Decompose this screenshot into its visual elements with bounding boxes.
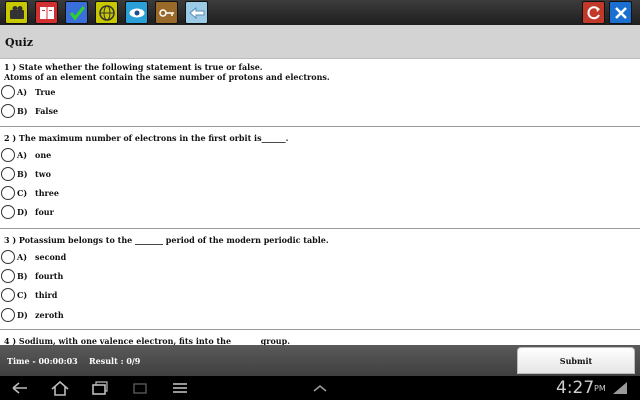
option-3a[interactable]: A) second <box>0 249 300 265</box>
radio-button[interactable] <box>1 85 15 99</box>
back-icon[interactable] <box>10 379 30 397</box>
page-title: Quiz <box>5 36 34 49</box>
radio-button[interactable] <box>1 308 15 322</box>
question-3-text: 3 ) Potassium belongs to the _______ per… <box>4 235 329 245</box>
question-divider <box>0 228 640 229</box>
question-2-text: 2 ) The maximum number of electrons in t… <box>4 133 289 143</box>
back-arrow-icon[interactable] <box>185 1 208 24</box>
option-3b[interactable]: B) fourth <box>0 268 300 284</box>
question-divider <box>0 329 640 330</box>
menu-icon[interactable] <box>170 379 190 397</box>
option-label: third <box>35 290 58 300</box>
timer-label: Time - 00:00:03 <box>7 356 78 366</box>
option-1b[interactable]: B) False <box>0 103 300 119</box>
option-label: two <box>35 169 51 179</box>
result-label: Result : 0/9 <box>89 356 141 366</box>
option-label: True <box>35 87 56 97</box>
checklist-icon[interactable] <box>65 1 88 24</box>
radio-button[interactable] <box>1 288 15 302</box>
option-label: four <box>35 207 54 217</box>
system-ampm: PM <box>594 384 606 393</box>
option-letter: A) <box>17 252 27 262</box>
radio-button[interactable] <box>1 186 15 200</box>
option-2a[interactable]: A) one <box>0 147 300 163</box>
radio-button[interactable] <box>1 269 15 283</box>
option-letter: A) <box>17 150 27 160</box>
chevron-up-icon[interactable] <box>310 379 330 397</box>
option-3c[interactable]: C) third <box>0 287 300 303</box>
refresh-icon[interactable] <box>582 1 605 24</box>
option-letter: D) <box>17 207 28 217</box>
radio-button[interactable] <box>1 205 15 219</box>
option-label: zeroth <box>35 310 64 320</box>
key-icon[interactable] <box>155 1 178 24</box>
system-clock: 4:27 <box>556 378 595 398</box>
option-letter: C) <box>17 290 28 300</box>
recent-apps-icon[interactable] <box>90 379 110 397</box>
option-letter: B) <box>17 169 28 179</box>
option-label: False <box>35 106 59 116</box>
screenshot-icon[interactable] <box>130 379 150 397</box>
radio-button[interactable] <box>1 167 15 181</box>
option-label: second <box>35 252 67 262</box>
option-2b[interactable]: B) two <box>0 166 300 182</box>
option-2c[interactable]: C) three <box>0 185 300 201</box>
option-1a[interactable]: A) True <box>0 84 300 100</box>
title-bar: Quiz <box>0 25 640 59</box>
question-1-statement: Atoms of an element contain the same num… <box>4 72 330 82</box>
option-letter: A) <box>17 87 27 97</box>
submit-button[interactable]: Submit <box>517 347 635 374</box>
camera-icon[interactable] <box>5 1 28 24</box>
option-letter: B) <box>17 106 28 116</box>
option-letter: D) <box>17 310 28 320</box>
status-bar: Time - 00:00:03 Result : 0/9 Submit <box>0 345 640 376</box>
quiz-content[interactable]: 1 ) State whether the following statemen… <box>0 59 640 345</box>
close-icon[interactable] <box>609 1 632 24</box>
question-4-text: 4 ) Sodium, with one valence electron, f… <box>4 336 290 345</box>
option-2d[interactable]: D) four <box>0 204 300 220</box>
radio-button[interactable] <box>1 148 15 162</box>
eye-icon[interactable] <box>125 1 148 24</box>
option-letter: C) <box>17 188 28 198</box>
option-label: three <box>35 188 59 198</box>
option-label: one <box>35 150 52 160</box>
globe-icon[interactable] <box>95 1 118 24</box>
signal-icon <box>610 379 630 397</box>
option-letter: B) <box>17 271 28 281</box>
system-nav-bar: 4:27 PM <box>0 376 640 400</box>
home-icon[interactable] <box>50 379 70 397</box>
radio-button[interactable] <box>1 104 15 118</box>
option-3d[interactable]: D) zeroth <box>0 307 300 323</box>
top-toolbar <box>0 0 640 25</box>
question-divider <box>0 126 640 127</box>
book-icon[interactable] <box>35 1 58 24</box>
option-label: fourth <box>35 271 64 281</box>
radio-button[interactable] <box>1 250 15 264</box>
